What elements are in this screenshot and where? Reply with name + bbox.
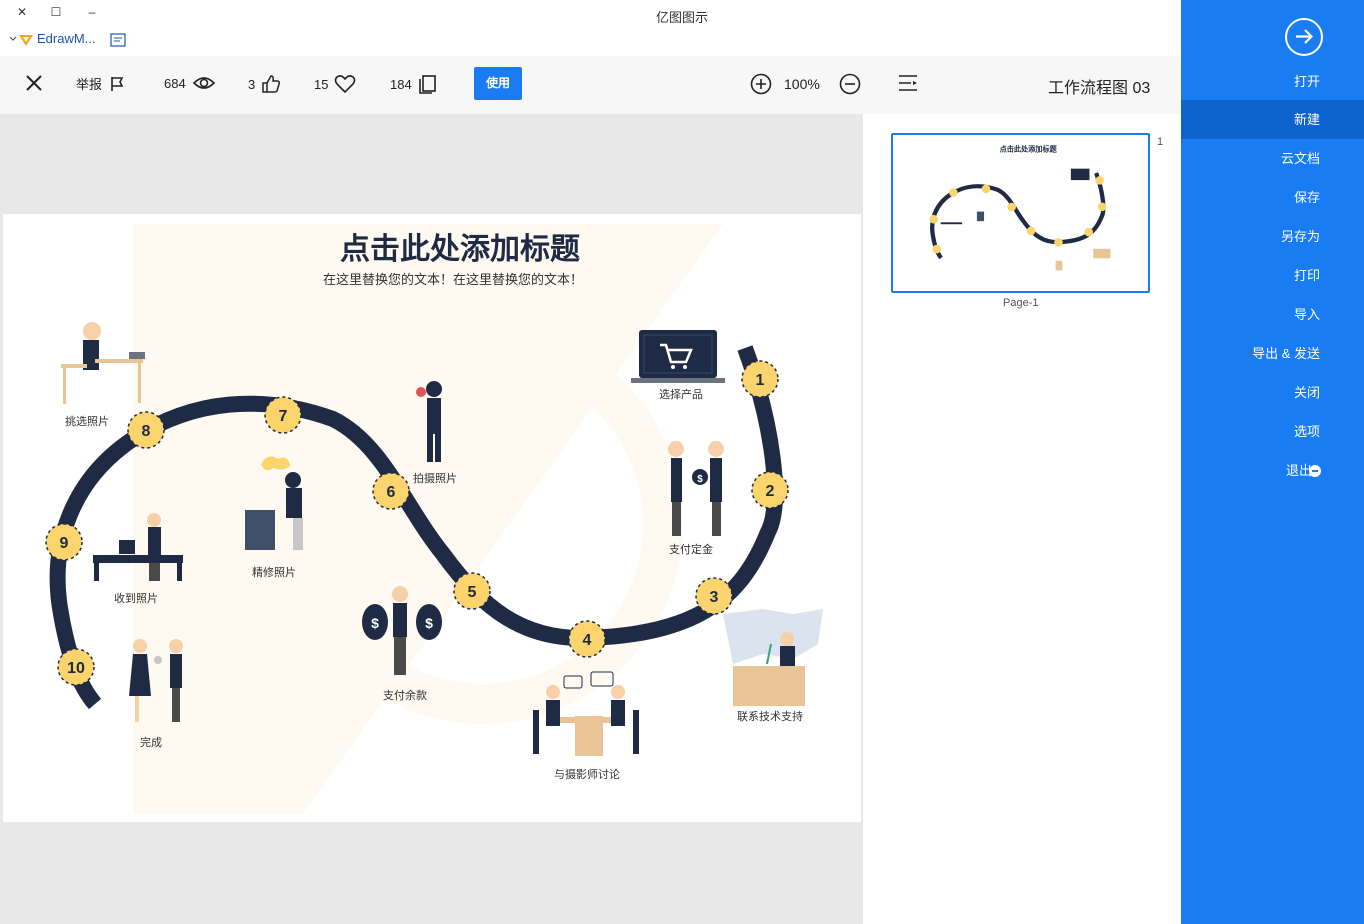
favorite-button[interactable]: 15: [314, 74, 356, 94]
step-7-label: 精修照片: [252, 565, 296, 579]
step-1-num: 1: [756, 372, 765, 389]
step-3-num: 3: [710, 589, 719, 606]
likes-count: 3: [248, 76, 256, 92]
list-icon: [899, 75, 917, 91]
desk-laptop-icon: [61, 322, 145, 404]
copies-counter: 184: [390, 74, 438, 94]
step-9-label: 收到照片: [114, 591, 158, 605]
like-button[interactable]: 3: [248, 74, 281, 94]
favorites-count: 15: [314, 76, 329, 92]
edraw-logo-icon: [18, 32, 34, 51]
step-5-num: 5: [468, 584, 477, 601]
use-template-button[interactable]: 使用: [474, 67, 522, 100]
app-title: 亿图图示: [655, 10, 708, 25]
step-1-label: 选择产品: [659, 387, 703, 401]
minus-circle-icon: [839, 73, 861, 95]
step-2-label: 支付定金: [669, 542, 713, 556]
step-6-num: 6: [387, 484, 396, 501]
step-8-label: 挑选照片: [65, 414, 109, 428]
app-window: ✕ ☐ – 亿图图示 EdrawM... 举报 684 3 15 184 使用: [0, 0, 1364, 924]
flag-icon: [111, 76, 124, 91]
heart-icon: [335, 75, 356, 94]
step-9-num: 9: [60, 535, 69, 552]
tech-support-icon: [723, 609, 823, 706]
bookmark-page-icon[interactable]: [110, 33, 126, 50]
zoom-in-button[interactable]: [750, 73, 772, 95]
menu-close[interactable]: 关闭: [1181, 373, 1364, 412]
views-counter: 684: [164, 74, 216, 92]
menu-exit[interactable]: 退出: [1181, 451, 1364, 490]
menu-options[interactable]: 选项: [1181, 412, 1364, 451]
menu-new[interactable]: 新建: [1181, 100, 1364, 139]
zoom-level: 100%: [784, 76, 820, 92]
copy-icon: [418, 75, 436, 94]
page-thumbnail[interactable]: 点击此处添加标题: [891, 133, 1150, 293]
thumbnail-page-label: Page-1: [1003, 297, 1039, 309]
eye-icon: [192, 77, 215, 89]
menu-import[interactable]: 导入: [1181, 295, 1364, 334]
svg-text:点击此处添加标题: 点击此处添加标题: [1000, 145, 1058, 154]
step-7-num: 7: [279, 408, 288, 425]
step-4-label: 与摄影师讨论: [554, 767, 620, 781]
close-preview-button[interactable]: [25, 74, 43, 92]
diagram-page[interactable]: 点击此处添加标题 在这里替换您的文本！在这里替换您的文本！ 1 选择产品 2 支…: [3, 214, 861, 822]
diagram-title: 点击此处添加标题: [340, 233, 580, 266]
svg-text:$: $: [425, 615, 433, 631]
report-button[interactable]: 举报: [76, 74, 126, 93]
menu-print[interactable]: 打印: [1181, 256, 1364, 295]
svg-text:$: $: [371, 615, 379, 631]
menu-cloud-docs[interactable]: 云文档: [1181, 139, 1364, 178]
bookmark-link[interactable]: EdrawM...: [37, 31, 96, 46]
plus-circle-icon: [750, 73, 772, 95]
step-4-num: 4: [583, 632, 592, 649]
step-10-label: 完成: [140, 735, 162, 749]
step-6-label: 拍摄照片: [413, 471, 457, 485]
menu-export-send[interactable]: 导出 & 发送: [1181, 334, 1364, 373]
menu-open[interactable]: 打开: [1181, 62, 1364, 101]
step-5-label: 支付余款: [383, 688, 427, 702]
step-8: 8 挑选照片: [65, 411, 165, 449]
exit-icon: [1309, 464, 1321, 482]
report-label: 举报: [76, 77, 103, 92]
page-number: 1: [1157, 136, 1164, 148]
menu-toggle-button[interactable]: [898, 74, 918, 92]
copies-count: 184: [390, 76, 412, 92]
diagram-subtitle: 在这里替换您的文本！在这里替换您的文本！: [323, 272, 583, 287]
menu-save-as[interactable]: 另存为: [1181, 217, 1364, 256]
thumbs-up-icon: [262, 75, 281, 93]
back-arrow-button[interactable]: [1285, 18, 1323, 56]
file-menu-sidebar: 打开 新建 云文档 保存 另存为 打印 导入 导出 & 发送 关闭 选项 退出: [1181, 0, 1364, 924]
thumbnail-preview: 点击此处添加标题: [915, 141, 1128, 286]
zoom-out-button[interactable]: [839, 73, 861, 95]
arrow-right-icon: [1296, 29, 1314, 44]
laptop-cart-icon: [631, 330, 725, 383]
menu-save[interactable]: 保存: [1181, 178, 1364, 217]
views-count: 684: [164, 75, 186, 91]
step-8-num: 8: [142, 423, 151, 440]
bookmark-chevron-icon[interactable]: [8, 31, 18, 46]
step-2-num: 2: [766, 483, 775, 500]
payment-people-icon: $: [668, 441, 724, 536]
svg-text:$: $: [697, 474, 703, 485]
step-3-label: 联系技术支持: [737, 709, 803, 723]
document-title: 工作流程图 03: [1048, 80, 1151, 97]
step-10-num: 10: [67, 660, 85, 677]
